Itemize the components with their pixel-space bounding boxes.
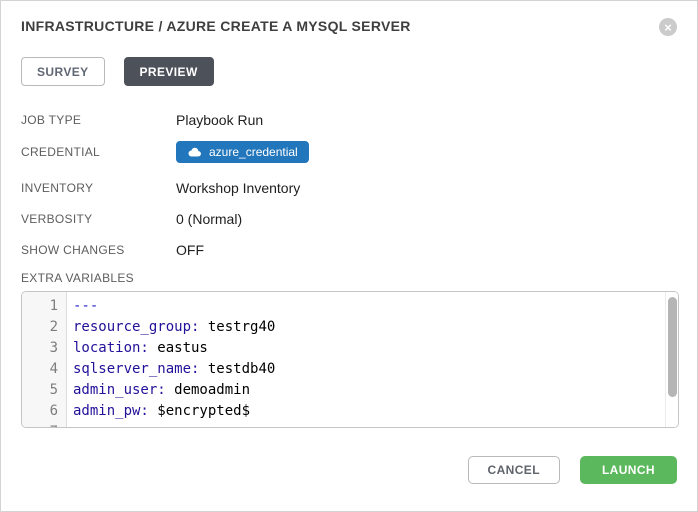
credential-badge-label: azure_credential <box>209 145 298 159</box>
yaml-value: testrg40 <box>199 319 275 335</box>
launch-button[interactable]: LAUNCH <box>580 456 677 484</box>
cloud-icon <box>187 147 202 157</box>
tab-survey[interactable]: SURVEY <box>21 57 105 86</box>
detail-row-verbosity: VERBOSITY 0 (Normal) <box>21 209 677 228</box>
inventory-value: Workshop Inventory <box>176 180 300 196</box>
yaml-key: admin_pw: <box>73 403 149 419</box>
line-number: 1 <box>22 296 67 317</box>
launch-preview-dialog: INFRASTRUCTURE / AZURE CREATE A MYSQL SE… <box>0 0 698 512</box>
yaml-key: location: <box>73 340 149 356</box>
yaml-value: testdb40 <box>199 361 275 377</box>
verbosity-value: 0 (Normal) <box>176 211 242 227</box>
editor-scrollbar-track[interactable] <box>665 292 678 427</box>
line-number: 7 <box>22 422 67 428</box>
yaml-key: admin_user: <box>73 382 166 398</box>
credential-label: CREDENTIAL <box>21 145 176 159</box>
inventory-label: INVENTORY <box>21 181 176 195</box>
line-number: 5 <box>22 380 67 401</box>
dialog-footer: CANCEL LAUNCH <box>21 456 677 484</box>
dialog-header: INFRASTRUCTURE / AZURE CREATE A MYSQL SE… <box>21 16 677 36</box>
verbosity-label: VERBOSITY <box>21 212 176 226</box>
code-line: 3 location: eastus <box>22 338 678 359</box>
code-line: 1 --- <box>22 296 678 317</box>
code-line: 7 <box>22 422 678 428</box>
line-number: 2 <box>22 317 67 338</box>
line-number: 4 <box>22 359 67 380</box>
yaml-key: sqlserver_name: <box>73 361 199 377</box>
code-line: 2 resource_group: testrg40 <box>22 317 678 338</box>
code-line: 6 admin_pw: $encrypted$ <box>22 401 678 422</box>
tab-preview[interactable]: PREVIEW <box>124 57 214 86</box>
extra-variables-label: EXTRA VARIABLES <box>21 271 677 285</box>
code-line: 4 sqlserver_name: testdb40 <box>22 359 678 380</box>
line-number: 6 <box>22 401 67 422</box>
dialog-title: INFRASTRUCTURE / AZURE CREATE A MYSQL SE… <box>21 16 411 36</box>
editor-scrollbar-thumb[interactable] <box>668 297 677 397</box>
job-type-label: JOB TYPE <box>21 113 176 127</box>
detail-row-inventory: INVENTORY Workshop Inventory <box>21 178 677 197</box>
job-type-value: Playbook Run <box>176 112 263 128</box>
line-number: 3 <box>22 338 67 359</box>
detail-row-credential: CREDENTIAL azure_credential <box>21 141 677 163</box>
credential-badge: azure_credential <box>176 141 309 163</box>
show-changes-label: SHOW CHANGES <box>21 243 176 257</box>
tab-bar: SURVEY PREVIEW <box>21 57 677 86</box>
yaml-doc-separator: --- <box>73 298 98 314</box>
show-changes-value: OFF <box>176 242 204 258</box>
detail-row-show-changes: SHOW CHANGES OFF <box>21 240 677 259</box>
yaml-value: demoadmin <box>166 382 250 398</box>
detail-row-job-type: JOB TYPE Playbook Run <box>21 110 677 129</box>
code-line: 5 admin_user: demoadmin <box>22 380 678 401</box>
extra-variables-editor[interactable]: 1 --- 2 resource_group: testrg40 3 locat… <box>21 291 679 428</box>
yaml-value: $encrypted$ <box>149 403 250 419</box>
yaml-key: resource_group: <box>73 319 199 335</box>
cancel-button[interactable]: CANCEL <box>468 456 560 484</box>
job-details: JOB TYPE Playbook Run CREDENTIAL azur <box>21 110 677 259</box>
yaml-value: eastus <box>149 340 208 356</box>
editor-code-area[interactable]: 1 --- 2 resource_group: testrg40 3 locat… <box>22 292 678 428</box>
close-icon[interactable]: × <box>659 18 677 36</box>
